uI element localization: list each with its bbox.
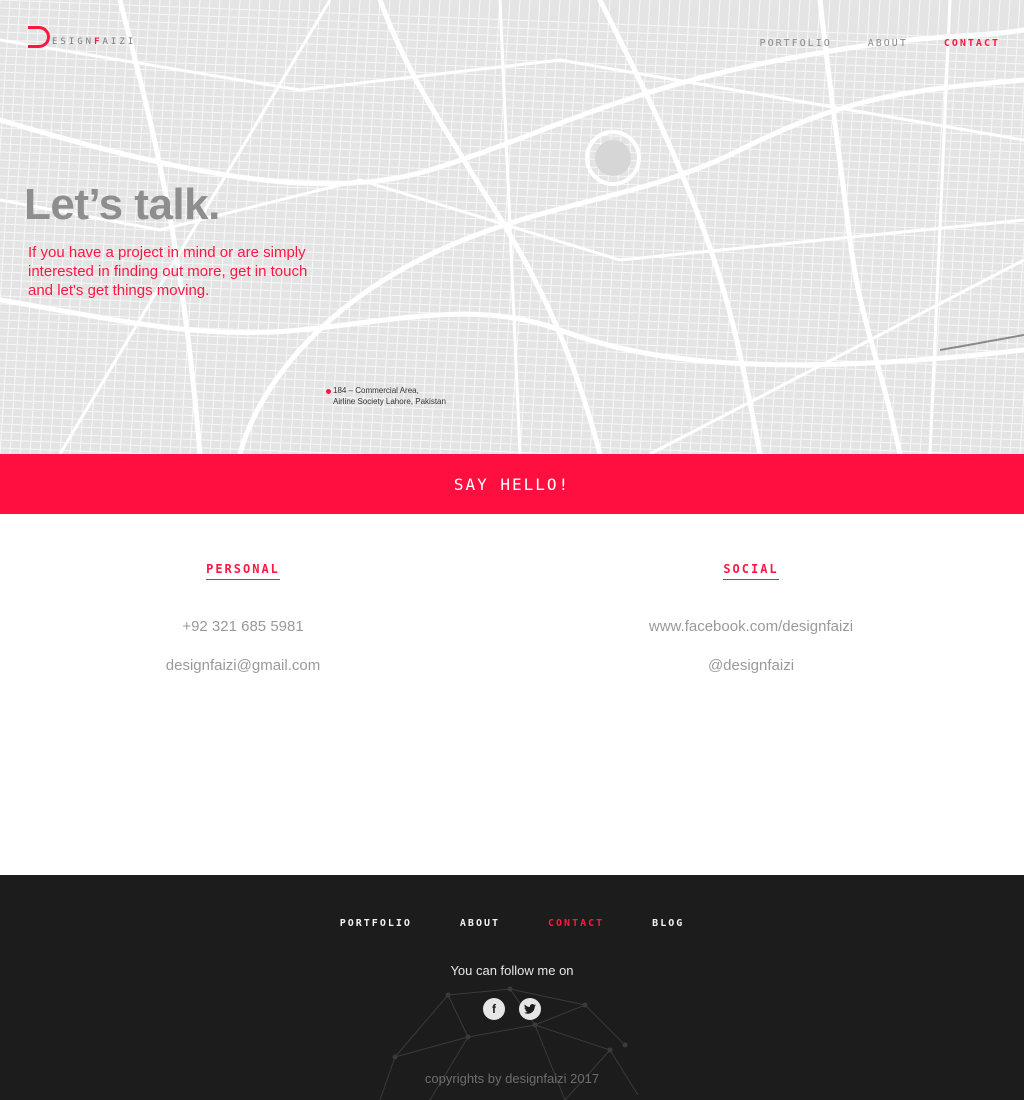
footer-link-contact[interactable]: CONTACT xyxy=(548,918,604,929)
address-label: 184 – Commercial Area, Airline Society L… xyxy=(333,385,446,407)
map-pin-icon xyxy=(326,389,331,394)
page-title: Let’s talk. xyxy=(24,180,220,229)
social-contact-section: SOCIAL www.facebook.com/designfaizi @des… xyxy=(551,560,951,674)
social-icons: f xyxy=(0,998,1024,1020)
nav-link-about[interactable]: ABOUT xyxy=(868,38,908,49)
personal-contact-section: PERSONAL +92 321 685 5981 designfaizi@gm… xyxy=(43,560,443,674)
personal-heading: PERSONAL xyxy=(206,562,280,580)
nav-link-portfolio[interactable]: PORTFOLIO xyxy=(760,38,832,49)
brand-name: ESIGNFAIZI xyxy=(52,37,137,47)
brand-logo[interactable]: ESIGNFAIZI xyxy=(28,26,136,48)
footer-nav: PORTFOLIO ABOUT CONTACT BLOG xyxy=(0,918,1024,929)
site-footer: PORTFOLIO ABOUT CONTACT BLOG You can fol… xyxy=(0,875,1024,1100)
social-heading: SOCIAL xyxy=(723,562,779,580)
hero-map: ESIGNFAIZI PORTFOLIO ABOUT CONTACT Let’s… xyxy=(0,0,1024,454)
nav-link-contact[interactable]: CONTACT xyxy=(944,38,1000,49)
twitter-icon[interactable] xyxy=(519,998,541,1020)
twitter-bird-glyph xyxy=(524,1004,536,1014)
footer-link-portfolio[interactable]: PORTFOLIO xyxy=(340,918,412,929)
address-line-1: 184 – Commercial Area, xyxy=(333,386,419,395)
follow-text: You can follow me on xyxy=(450,963,574,978)
footer-link-about[interactable]: ABOUT xyxy=(460,918,500,929)
say-hello-label: SAY HELLO! xyxy=(453,474,571,494)
facebook-link[interactable]: www.facebook.com/designfaizi xyxy=(551,618,951,635)
facebook-icon[interactable]: f xyxy=(483,998,505,1020)
copyright-text: copyrights by designfaizi 2017 xyxy=(424,1071,600,1086)
twitter-handle-link[interactable]: @designfaizi xyxy=(551,657,951,674)
footer-link-blog[interactable]: BLOG xyxy=(652,918,684,929)
phone-number[interactable]: +92 321 685 5981 xyxy=(43,618,443,635)
letter-d-logo-icon xyxy=(28,26,50,48)
hero-subtitle: If you have a project in mind or are sim… xyxy=(28,244,308,299)
email-link[interactable]: designfaizi@gmail.com xyxy=(43,657,443,674)
say-hello-button[interactable]: SAY HELLO! xyxy=(0,454,1024,514)
top-nav: PORTFOLIO ABOUT CONTACT xyxy=(760,38,1000,49)
address-line-2: Airline Society Lahore, Pakistan xyxy=(333,397,446,406)
